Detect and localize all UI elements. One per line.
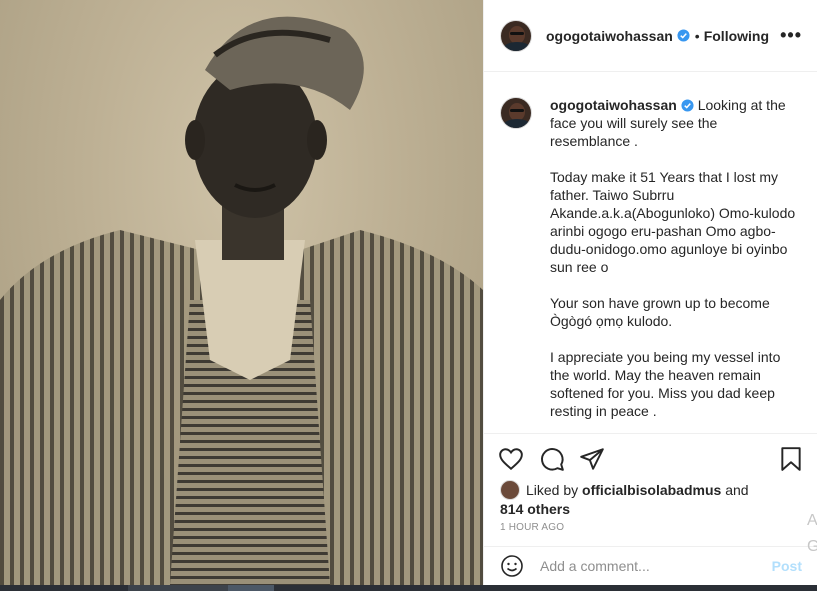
comment-input[interactable] (540, 558, 760, 574)
following-button[interactable]: Following (704, 28, 769, 44)
side-letters: A G (807, 508, 817, 560)
share-icon[interactable] (579, 446, 605, 472)
taskbar-strip (0, 585, 817, 591)
caption-area: ogogotaiwohassan Looking at the face you… (484, 72, 817, 434)
author-avatar[interactable] (500, 19, 532, 52)
caption-body: Looking at the face you will surely see … (550, 97, 796, 419)
post-comment-button[interactable]: Post (772, 558, 802, 574)
liker-username[interactable]: officialbisolabadmus (582, 482, 721, 498)
post-timestamp[interactable]: 1 HOUR AGO (500, 522, 564, 533)
likes-others[interactable]: 814 others (500, 500, 800, 518)
post-photo[interactable] (0, 0, 483, 585)
caption-username[interactable]: ogogotaiwohassan (550, 97, 677, 113)
taskbar-segment (228, 585, 274, 591)
likes-conjunction: and (725, 482, 749, 498)
heart-icon[interactable] (498, 446, 524, 472)
caption-author-avatar[interactable] (500, 97, 532, 129)
post-details-panel: ogogotaiwohassan • Following ••• ogogota… (483, 0, 817, 585)
portrait-image (0, 16, 483, 585)
taskbar-segment (128, 585, 228, 591)
likes-summary: Liked by officialbisolabadmus and 814 ot… (500, 480, 800, 518)
comment-box: Post (484, 546, 817, 585)
post-header: ogogotaiwohassan • Following ••• (484, 0, 817, 72)
liked-by-prefix: Liked by (526, 482, 579, 498)
caption-text: ogogotaiwohassan Looking at the face you… (550, 96, 800, 420)
bookmark-icon[interactable] (778, 446, 804, 472)
separator-dot: • (694, 27, 700, 44)
side-letter-g: G (807, 538, 817, 555)
caption-row: ogogotaiwohassan Looking at the face you… (500, 96, 802, 420)
side-letter-a: A (807, 512, 817, 529)
caption-verified-badge-icon (681, 99, 694, 112)
author-username[interactable]: ogogotaiwohassan (546, 28, 673, 44)
comment-icon[interactable] (539, 446, 565, 472)
more-options-icon[interactable]: ••• (780, 26, 802, 44)
verified-badge-icon (677, 29, 690, 42)
liker-avatar[interactable] (500, 480, 520, 500)
action-bar (484, 440, 817, 476)
emoji-icon[interactable] (500, 554, 524, 578)
